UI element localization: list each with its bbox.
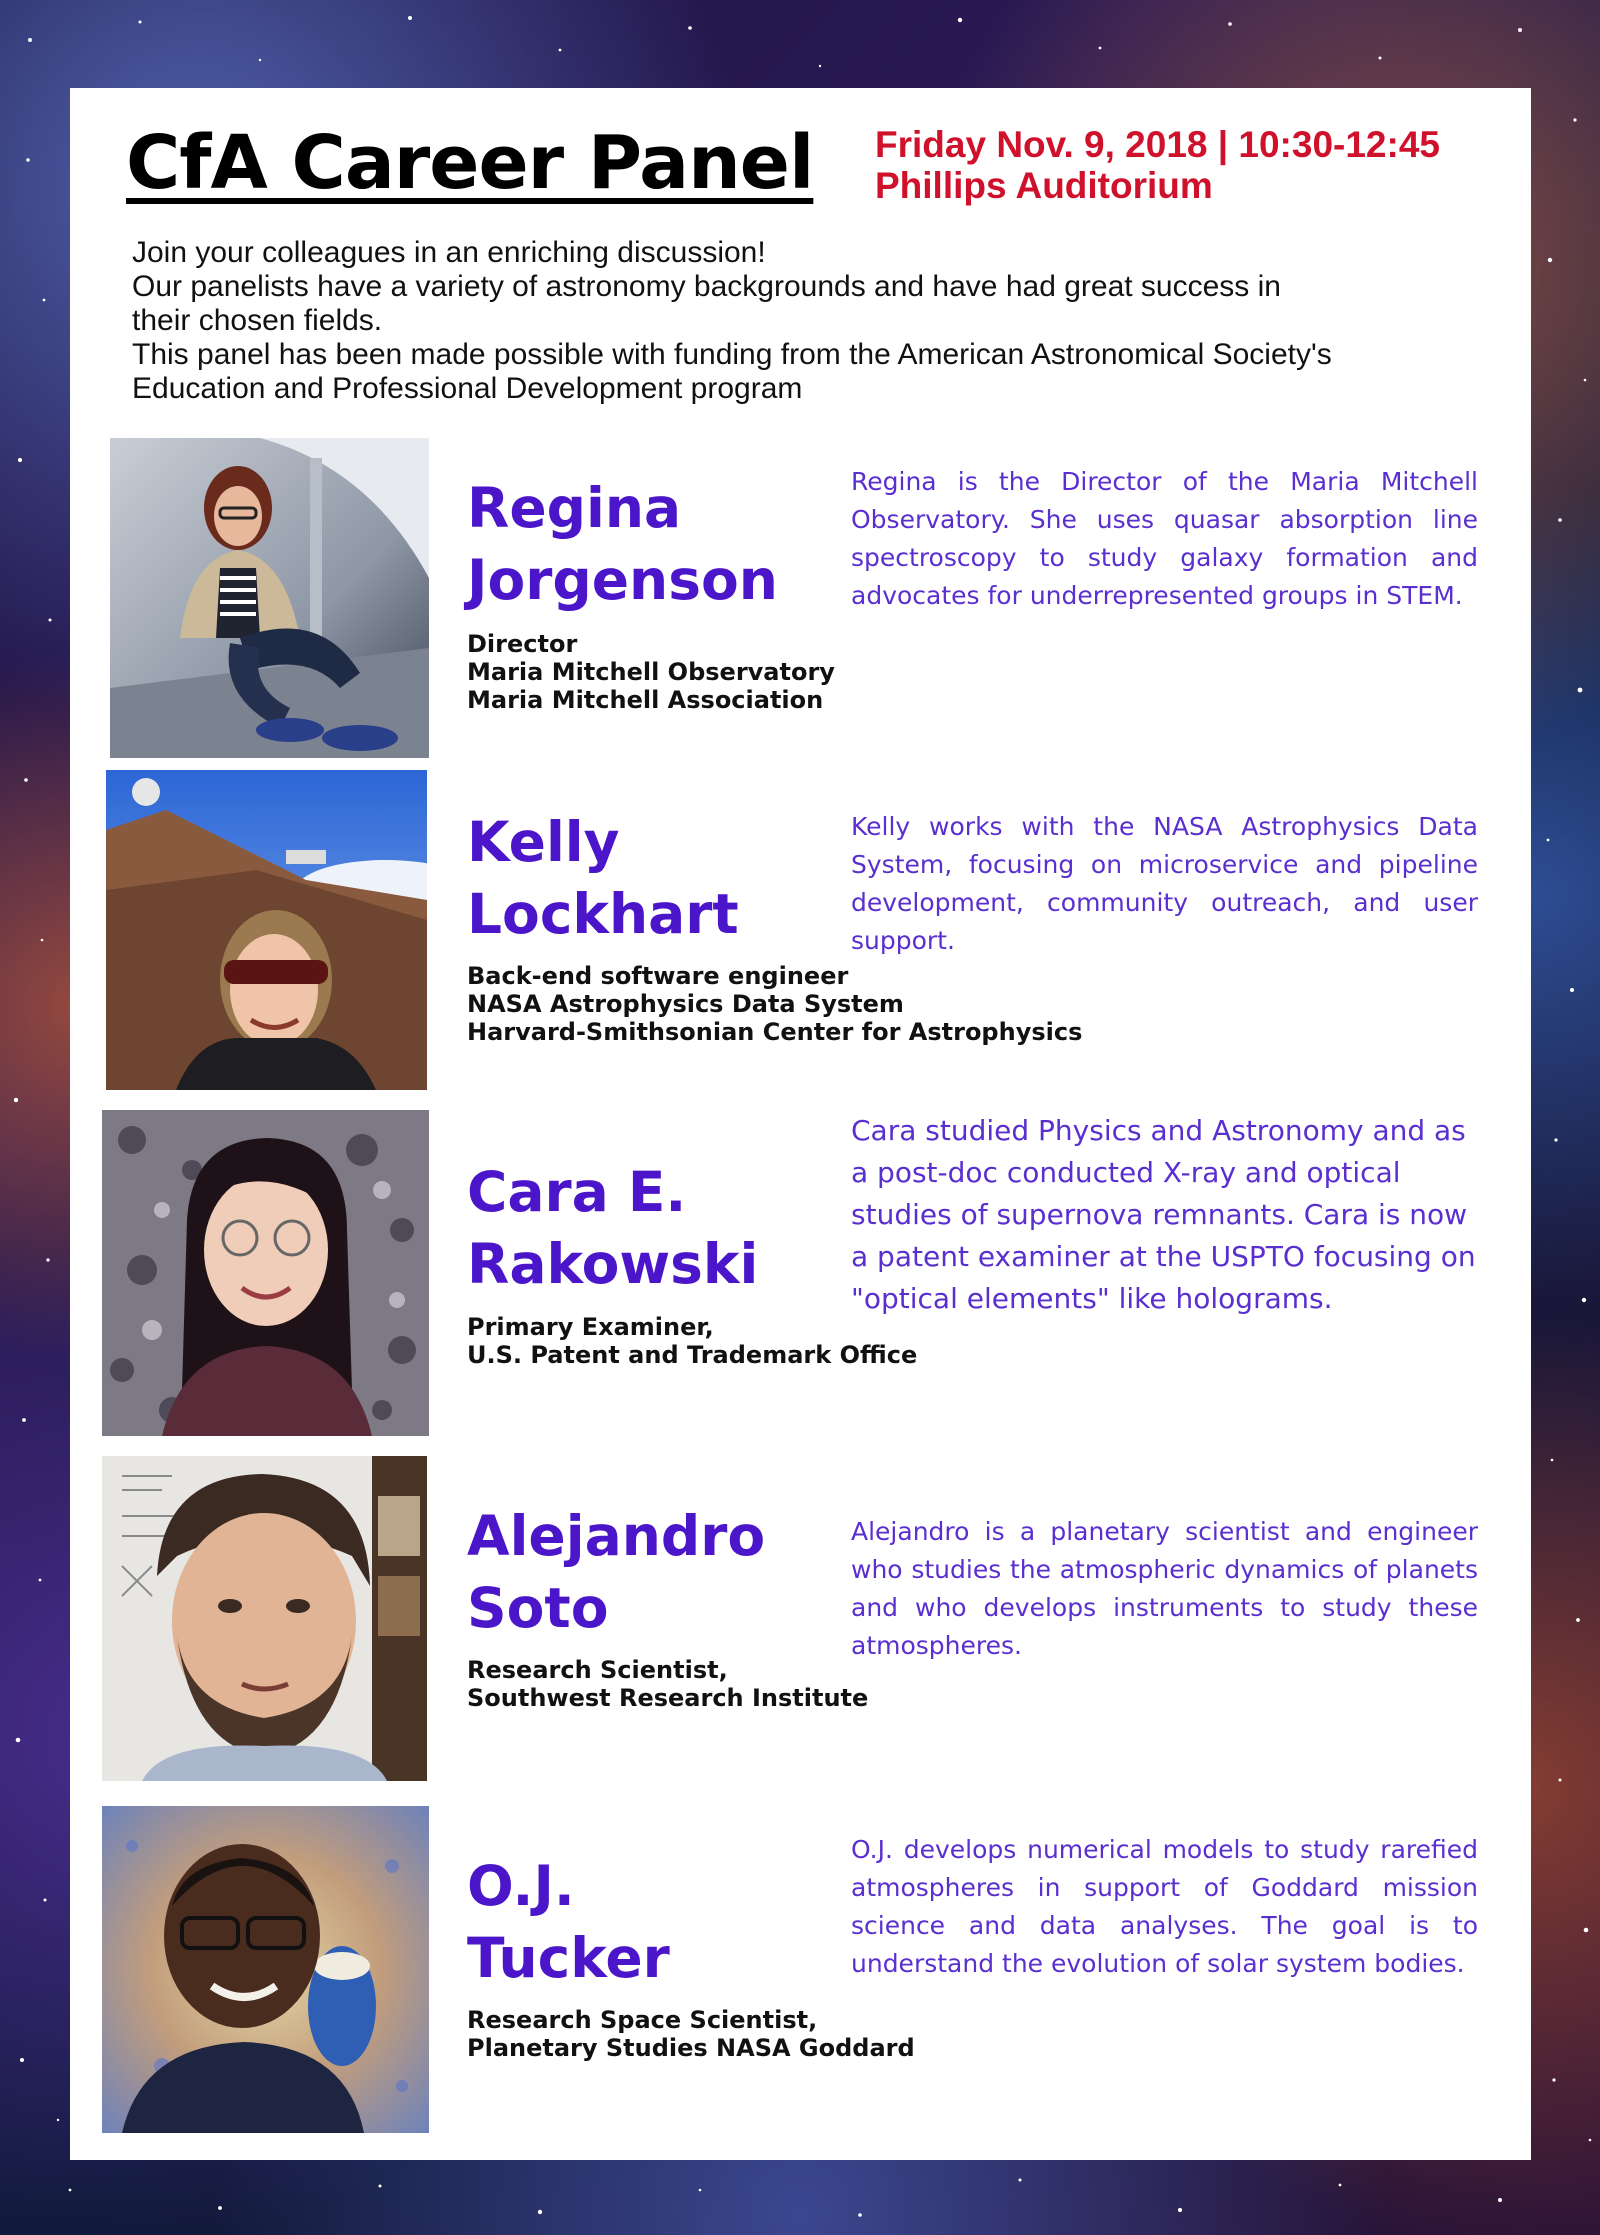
- panelist-role-line: Harvard-Smithsonian Center for Astrophys…: [467, 1018, 1083, 1046]
- panelist-role: Director Maria Mitchell Observatory Mari…: [467, 630, 835, 714]
- panelist-role-line: Director: [467, 630, 578, 658]
- panelist-bio: Kelly works with the NASA Astrophysics D…: [851, 812, 1478, 955]
- poster-title: CfA Career Panel: [126, 120, 814, 206]
- panelist-role-line: Research Space Scientist,: [467, 2006, 818, 2034]
- panelist-role-line: Research Scientist,: [467, 1656, 728, 1684]
- intro-line: Our panelists have a variety of astronom…: [132, 270, 1281, 303]
- panelist-role: Back-end software engineer NASA Astrophy…: [467, 962, 1082, 1046]
- event-poster: CfA Career Panel Friday Nov. 9, 2018 | 1…: [70, 88, 1531, 2160]
- panelist-role-line: NASA Astrophysics Data System: [467, 990, 904, 1018]
- intro-line: Education and Professional Development p…: [132, 372, 803, 405]
- panelist-last-name: Rakowski: [467, 1232, 759, 1296]
- panelist-last-name: Jorgenson: [467, 548, 778, 612]
- panelist-name: Regina Jorgenson: [467, 472, 778, 616]
- event-details: Friday Nov. 9, 2018 | 10:30-12:45 Philli…: [875, 124, 1440, 206]
- panelist-role-line: Southwest Research Institute: [467, 1684, 869, 1712]
- panelist-role-line: Maria Mitchell Observatory: [467, 658, 835, 686]
- panelist-name: Kelly Lockhart: [467, 806, 739, 950]
- panelist-last-name: Tucker: [467, 1926, 670, 1990]
- panelist-role: Primary Examiner, U.S. Patent and Tradem…: [467, 1313, 917, 1369]
- panelist-bio: Cara studied Physics and Astronomy and a…: [851, 1114, 1476, 1315]
- panelist-last-name: Lockhart: [467, 882, 739, 946]
- panelist-role-line: Maria Mitchell Association: [467, 686, 824, 714]
- panelist-card-kelly: Kelly Lockhart Back-end software enginee…: [70, 770, 1531, 1100]
- panelist-photo: [102, 1456, 427, 1781]
- panelist-bio: Alejandro is a planetary scientist and e…: [851, 1517, 1478, 1660]
- panelist-photo: [110, 438, 429, 758]
- panelist-first-name: Cara E.: [467, 1160, 687, 1224]
- panelist-first-name: Kelly: [467, 810, 620, 874]
- intro-line: their chosen fields.: [132, 304, 383, 337]
- panelist-bio: Regina is the Director of the Maria Mitc…: [851, 467, 1478, 610]
- panelist-role-line: Planetary Studies NASA Goddard: [467, 2034, 915, 2062]
- panelist-role-line: Back-end software engineer: [467, 962, 849, 990]
- panelist-first-name: Alejandro: [467, 1504, 766, 1568]
- panelist-card-cara: Cara E. Rakowski Primary Examiner, U.S. …: [70, 1110, 1531, 1450]
- panelist-photo: [102, 1110, 429, 1436]
- panelist-role: Research Scientist, Southwest Research I…: [467, 1656, 868, 1712]
- panelist-photo: [106, 770, 427, 1090]
- panelist-name: Cara E. Rakowski: [467, 1156, 758, 1300]
- event-datetime: Friday Nov. 9, 2018 | 10:30-12:45: [875, 124, 1440, 165]
- intro-line: Join your colleagues in an enriching dis…: [132, 236, 766, 269]
- panelist-first-name: O.J.: [467, 1854, 575, 1918]
- panelist-role-line: Primary Examiner,: [467, 1313, 714, 1341]
- intro-text: Join your colleagues in an enriching dis…: [132, 236, 1512, 406]
- panelist-role: Research Space Scientist, Planetary Stud…: [467, 2006, 915, 2062]
- panelist-name: Alejandro Soto: [467, 1500, 765, 1644]
- panelist-bio: O.J. develops numerical models to study …: [851, 1835, 1478, 1978]
- panelist-first-name: Regina: [467, 476, 682, 540]
- panelist-card-alejandro: Alejandro Soto Research Scientist, South…: [70, 1456, 1531, 1796]
- event-location: Phillips Auditorium: [875, 165, 1213, 206]
- panelist-card-regina: Regina Jorgenson Director Maria Mitchell…: [70, 438, 1531, 768]
- panelist-name: O.J. Tucker: [467, 1850, 670, 1994]
- panelist-card-oj: O.J. Tucker Research Space Scientist, Pl…: [70, 1806, 1531, 2146]
- panelist-photo: [102, 1806, 429, 2133]
- intro-line: This panel has been made possible with f…: [132, 338, 1332, 371]
- panelist-role-line: U.S. Patent and Trademark Office: [467, 1341, 918, 1369]
- panelist-last-name: Soto: [467, 1576, 609, 1640]
